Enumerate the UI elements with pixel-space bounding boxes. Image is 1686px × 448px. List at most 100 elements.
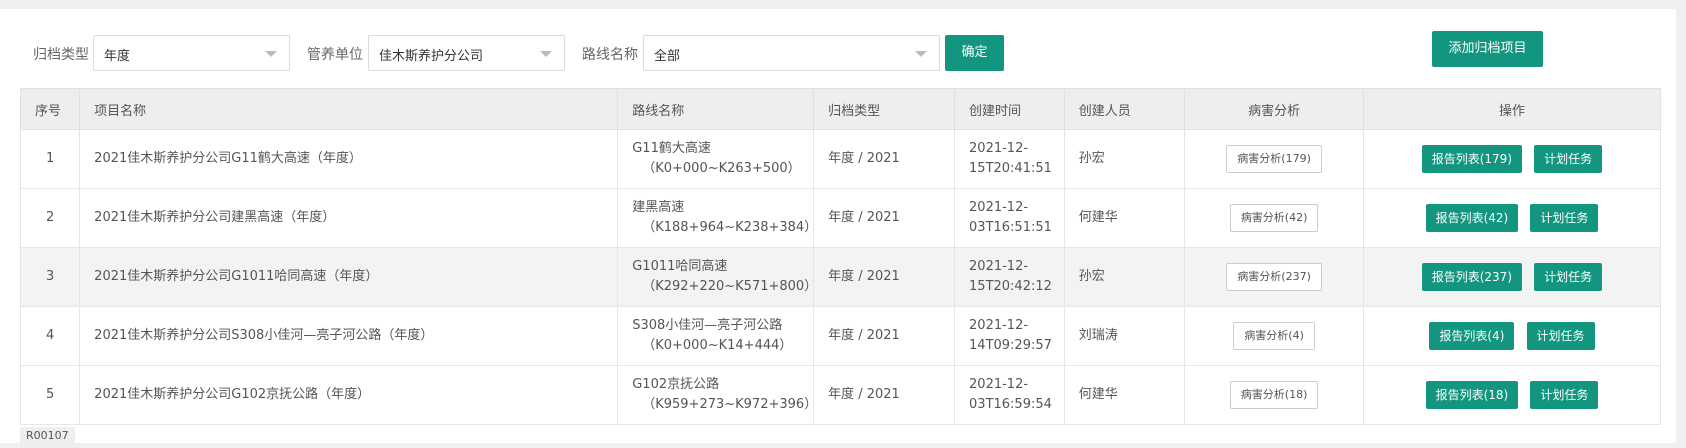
row-created-time: 2021-12- 15T20:41:51 [954, 129, 1065, 189]
route-range: （K292+220~K571+800） [642, 279, 818, 294]
row-created-time: 2021-12- 14T09:29:57 [954, 306, 1065, 366]
report-list-button[interactable]: 报告列表(42) [1425, 204, 1519, 232]
route-name-value: 全部 [654, 49, 681, 64]
row-analysis-cell: 病害分析(18) [1184, 365, 1364, 425]
row-archive-type: 年度 / 2021 [813, 188, 956, 248]
time-clock: 14T09:29:57 [969, 338, 1052, 353]
row-no: 2 [19, 188, 81, 248]
table-row: 2 2021佳木斯养护分公司建黑高速（年度） 建黑高速 （K188+964~K2… [19, 188, 1662, 248]
row-analysis-cell: 病害分析(179) [1184, 129, 1364, 189]
row-project-name: 2021佳木斯养护分公司G11鹤大高速（年度） [79, 129, 619, 189]
main-panel: 归档类型 年度 管养单位 佳木斯养护分公司 路线名称 全部 确定 添加归档项目 … [0, 9, 1676, 444]
row-project-name: 2021佳木斯养护分公司G102京抚公路（年度） [79, 365, 619, 425]
report-list-button[interactable]: 报告列表(237) [1421, 263, 1523, 291]
header-operations: 操作 [1362, 88, 1662, 130]
row-no: 1 [19, 129, 81, 189]
row-no: 5 [19, 365, 81, 425]
damage-analysis-button[interactable]: 病害分析(18) [1229, 381, 1319, 409]
row-archive-type: 年度 / 2021 [813, 365, 956, 425]
plan-task-button[interactable]: 计划任务 [1534, 263, 1603, 291]
row-creator: 孙宏 [1063, 247, 1186, 307]
header-no: 序号 [19, 88, 81, 130]
maintenance-unit-label: 管养单位 [307, 47, 363, 63]
archive-type-select[interactable]: 年度 [93, 35, 290, 71]
row-created-time: 2021-12- 03T16:51:51 [954, 188, 1065, 248]
row-creator: 何建华 [1063, 365, 1186, 425]
row-project-name: 2021佳木斯养护分公司S308小佳河—亮子河公路（年度） [79, 306, 619, 366]
archive-table: 序号 项目名称 路线名称 归档类型 创建时间 创建人员 病害分析 操作 1 20… [19, 88, 1662, 425]
row-project-name: 2021佳木斯养护分公司G1011哈同高速（年度） [79, 247, 619, 307]
time-date: 2021-12- [969, 141, 1029, 156]
row-operations-cell: 报告列表(42) 计划任务 [1362, 188, 1662, 248]
header-damage-analysis: 病害分析 [1184, 88, 1364, 130]
maintenance-unit-select[interactable]: 佳木斯养护分公司 [368, 35, 565, 71]
row-archive-type: 年度 / 2021 [813, 247, 956, 307]
route-range: （K0+000~K14+444） [642, 338, 793, 353]
route-range: （K188+964~K238+384） [642, 220, 818, 235]
row-operations-cell: 报告列表(237) 计划任务 [1362, 247, 1662, 307]
time-clock: 03T16:51:51 [969, 220, 1052, 235]
row-operations-cell: 报告列表(4) 计划任务 [1362, 306, 1662, 366]
table-row: 1 2021佳木斯养护分公司G11鹤大高速（年度） G11鹤大高速 （K0+00… [19, 129, 1662, 189]
route-name: S308小佳河—亮子河公路 [632, 318, 783, 333]
route-name: G1011哈同高速 [632, 259, 728, 274]
header-created-time: 创建时间 [954, 88, 1065, 130]
row-analysis-cell: 病害分析(4) [1184, 306, 1364, 366]
row-project-name: 2021佳木斯养护分公司建黑高速（年度） [79, 188, 619, 248]
row-route: G11鹤大高速 （K0+000~K263+500） [617, 129, 815, 189]
plan-task-button[interactable]: 计划任务 [1530, 204, 1599, 232]
header-route-name: 路线名称 [617, 88, 815, 130]
route-range: （K959+273~K972+396） [642, 397, 818, 412]
report-list-button[interactable]: 报告列表(179) [1421, 145, 1523, 173]
time-date: 2021-12- [969, 200, 1029, 215]
route-name-select[interactable]: 全部 [643, 35, 940, 71]
row-created-time: 2021-12- 15T20:42:12 [954, 247, 1065, 307]
damage-analysis-button[interactable]: 病害分析(179) [1226, 145, 1322, 173]
row-archive-type: 年度 / 2021 [813, 306, 956, 366]
header-archive-type: 归档类型 [813, 88, 956, 130]
time-date: 2021-12- [969, 318, 1029, 333]
time-clock: 03T16:59:54 [969, 397, 1052, 412]
route-name: G11鹤大高速 [632, 141, 711, 156]
row-no: 3 [19, 247, 81, 307]
row-no: 4 [19, 306, 81, 366]
route-name: G102京抚公路 [632, 377, 720, 392]
row-analysis-cell: 病害分析(42) [1184, 188, 1364, 248]
route-name-label: 路线名称 [582, 47, 638, 63]
plan-task-button[interactable]: 计划任务 [1526, 322, 1595, 350]
table-row: 4 2021佳木斯养护分公司S308小佳河—亮子河公路（年度） S308小佳河—… [19, 306, 1662, 366]
report-list-button[interactable]: 报告列表(18) [1425, 381, 1519, 409]
row-route: G1011哈同高速 （K292+220~K571+800） [617, 247, 818, 307]
table-row: 5 2021佳木斯养护分公司G102京抚公路（年度） G102京抚公路 （K95… [19, 365, 1662, 425]
row-creator: 何建华 [1063, 188, 1186, 248]
chevron-down-icon [915, 51, 927, 57]
table-row: 3 2021佳木斯养护分公司G1011哈同高速（年度） G1011哈同高速 （K… [19, 247, 1662, 307]
damage-analysis-button[interactable]: 病害分析(42) [1229, 204, 1319, 232]
confirm-button[interactable]: 确定 [945, 35, 1004, 71]
plan-task-button[interactable]: 计划任务 [1530, 381, 1599, 409]
header-project-name: 项目名称 [79, 88, 619, 130]
add-archive-project-button[interactable]: 添加归档项目 [1432, 31, 1543, 67]
damage-analysis-button[interactable]: 病害分析(4) [1233, 322, 1315, 350]
row-route: S308小佳河—亮子河公路 （K0+000~K14+444） [617, 306, 815, 366]
row-route: 建黑高速 （K188+964~K238+384） [617, 188, 818, 248]
report-list-button[interactable]: 报告列表(4) [1429, 322, 1515, 350]
damage-analysis-button[interactable]: 病害分析(237) [1226, 263, 1322, 291]
time-date: 2021-12- [969, 259, 1029, 274]
row-creator: 刘瑞涛 [1063, 306, 1186, 366]
table-header-row: 序号 项目名称 路线名称 归档类型 创建时间 创建人员 病害分析 操作 [19, 88, 1662, 130]
route-range: （K0+000~K263+500） [642, 161, 801, 176]
row-operations-cell: 报告列表(179) 计划任务 [1362, 129, 1662, 189]
row-created-time: 2021-12- 03T16:59:54 [954, 365, 1065, 425]
chevron-down-icon [265, 51, 277, 57]
archive-type-label: 归档类型 [33, 47, 89, 63]
row-analysis-cell: 病害分析(237) [1184, 247, 1364, 307]
route-name: 建黑高速 [632, 200, 685, 215]
header-creator: 创建人员 [1063, 88, 1186, 130]
chevron-down-icon [540, 51, 552, 57]
time-clock: 15T20:41:51 [969, 161, 1052, 176]
plan-task-button[interactable]: 计划任务 [1534, 145, 1603, 173]
row-operations-cell: 报告列表(18) 计划任务 [1362, 365, 1662, 425]
page-code-badge: R00107 [20, 427, 75, 444]
archive-type-value: 年度 [104, 49, 131, 64]
